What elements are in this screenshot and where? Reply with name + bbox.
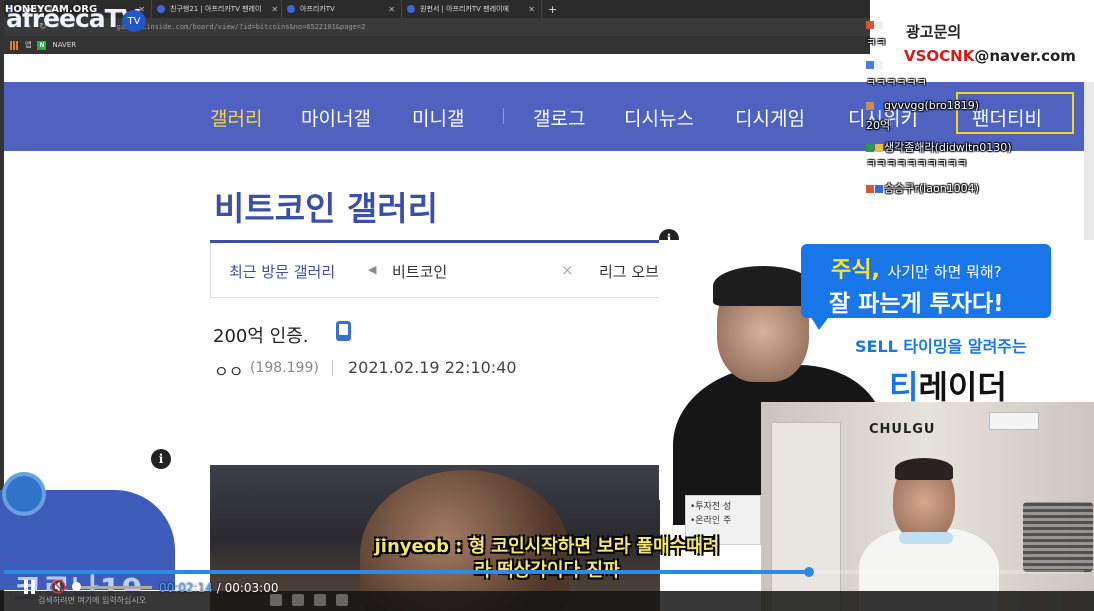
ad-sell-text: SELL 타이밍을 알려주는 — [855, 337, 1027, 356]
bookmarks-bar: 앱 N NAVER — [0, 36, 870, 54]
cam-sign: CHULGU — [869, 422, 936, 437]
user-badge-icon — [866, 61, 874, 69]
browser-tab[interactable]: 아프리카TV ✕ — [282, 0, 402, 18]
post-title: 200억 인증. — [213, 326, 309, 347]
user-badge-icon — [866, 21, 874, 29]
screen: 비트코인 갤러리 ✕ 친구행21 | 아프리카TV 팬레이 ✕ 아프리카TV ✕ 원펀… — [0, 0, 1094, 611]
disclaimer-line: •투자전 성 — [690, 502, 732, 512]
virus-icon — [6, 476, 42, 512]
apps-icon[interactable] — [10, 40, 19, 50]
recent-visit-item[interactable]: 리그 오브 — [599, 261, 659, 282]
tv-badge-icon: TV — [122, 10, 146, 32]
tab-label: 친구행21 | 아프리카TV 팬레이 — [170, 5, 262, 13]
nav-dc-game[interactable]: 디시게임 — [735, 104, 805, 131]
pause-button[interactable] — [23, 580, 37, 594]
tab-favicon-icon — [407, 5, 415, 13]
total-time: 00:03:00 — [224, 581, 279, 595]
volume-slider[interactable] — [72, 586, 152, 589]
browser-tab[interactable]: 원펀서 | 아프리카TV 팬레이에 ✕ — [402, 0, 542, 18]
user-badge-icon — [866, 102, 874, 110]
url-field[interactable]: gall.dcinside.com/board/view/?id=bitcoin… — [117, 23, 366, 31]
user-badge-icon — [866, 144, 874, 152]
ad-line1-bold: 주식, — [831, 258, 880, 283]
video-player-controls: 🔇 00:02:14 / 00:03:00 — [0, 566, 1094, 611]
user-badge-icon — [875, 61, 883, 69]
meta-divider — [332, 360, 333, 376]
chat-overlay: ㅋㅋ ㅋㅋㅋㅋㅋㅋ gvvvgg(bro1819) 20억 생각좀해라(didw… — [866, 18, 1094, 208]
honeycam-watermark: HONEYCAM.ORG — [5, 4, 98, 15]
tab-label: 아프리카TV — [300, 5, 335, 13]
post-date: 2021.02.19 22:10:40 — [348, 358, 517, 377]
volume-handle[interactable] — [72, 582, 81, 591]
bookmark-apps[interactable]: 앱 — [25, 40, 31, 50]
ad-brand-rest: 레이더 — [918, 368, 1007, 406]
time-separator: / — [212, 581, 225, 595]
chat-message: ㅋㅋㅋㅋㅋㅋ — [866, 76, 927, 89]
nav-divider — [503, 108, 504, 124]
user-badge-icon — [875, 102, 883, 110]
disclaimer-line: •온라인 주 — [690, 516, 732, 526]
bubble-tail — [809, 314, 831, 330]
progress-fill — [4, 570, 809, 574]
nav-minor-gallery[interactable]: 마이너갤 — [301, 104, 371, 131]
tab-close-icon[interactable]: ✕ — [261, 5, 278, 14]
chat-username[interactable]: 승승구r(laon1004) — [884, 182, 979, 195]
progress-handle[interactable] — [803, 567, 814, 577]
tab-favicon-icon — [157, 5, 165, 13]
subtitle-line: jinyeob : 형 코인시작하면 보라 풀매수때려 — [374, 536, 720, 557]
tab-label: 원펀서 | 아프리카TV 팬레이에 — [420, 5, 509, 13]
naver-icon: N — [37, 40, 47, 50]
recent-visits-box: 최근 방문 갤러리 ◀ 비트코인 × 리그 오브 — [210, 243, 660, 298]
tab-favicon-icon — [287, 5, 295, 13]
ad-line2: 잘 파는게 투자다! — [829, 291, 1004, 317]
gallery-title[interactable]: 비트코인 갤러리 — [214, 182, 438, 230]
user-badge-icon — [866, 185, 874, 193]
info-icon[interactable]: i — [151, 449, 171, 469]
tab-close-icon[interactable]: ✕ — [518, 5, 535, 14]
tab-close-icon[interactable]: ✕ — [378, 5, 395, 14]
ad-line1-rest: 사기만 하면 뭐해? — [887, 263, 1002, 281]
post-ip: (198.199) — [250, 360, 319, 376]
chat-message: ㅋㅋ — [866, 36, 887, 49]
browser-tab[interactable]: 친구행21 | 아프리카TV 팬레이 ✕ — [152, 0, 282, 18]
recent-visit-item[interactable]: 비트코인 — [392, 261, 447, 282]
new-tab-button[interactable]: + — [548, 3, 557, 16]
nav-gallery[interactable]: 갤러리 — [210, 104, 262, 131]
remove-visit-icon[interactable]: × — [561, 261, 574, 279]
user-badge-icon — [875, 21, 883, 29]
ad-speech-bubble: 주식, 사기만 하면 뭐해? 잘 파는게 투자다! — [801, 244, 1051, 318]
chat-message: 20억 — [866, 119, 891, 132]
user-badge-icon — [875, 144, 883, 152]
current-time: 00:02:14 — [159, 581, 213, 595]
nav-mini-gallery[interactable]: 미니갤 — [412, 104, 464, 131]
post-author[interactable]: ㅇㅇ — [214, 358, 243, 382]
chat-message: ㅋㅋㅋㅋㅋㅋㅋㅋㅋㅋ — [866, 157, 968, 170]
chat-username[interactable]: gvvvgg(bro1819) — [884, 99, 979, 112]
mute-icon[interactable]: 🔇 — [50, 580, 68, 595]
ad-brand-t: 티 — [889, 368, 919, 406]
page-top-gap — [0, 54, 870, 82]
air-conditioner — [989, 412, 1039, 430]
bookmark-naver[interactable]: NAVER — [52, 41, 76, 49]
progress-bar[interactable] — [4, 567, 1084, 577]
mobile-post-icon — [336, 321, 351, 341]
nav-gallog[interactable]: 갤로그 — [533, 104, 585, 131]
nav-dc-news[interactable]: 디시뉴스 — [624, 104, 694, 131]
chat-username[interactable]: 생각좀해라(didwltn0130) — [884, 141, 1012, 154]
time-display: 00:02:14 / 00:03:00 — [159, 581, 278, 595]
scroll-left-icon[interactable]: ◀ — [368, 263, 376, 276]
recent-visits-label: 최근 방문 갤러리 — [229, 263, 336, 281]
user-badge-icon — [875, 185, 883, 193]
